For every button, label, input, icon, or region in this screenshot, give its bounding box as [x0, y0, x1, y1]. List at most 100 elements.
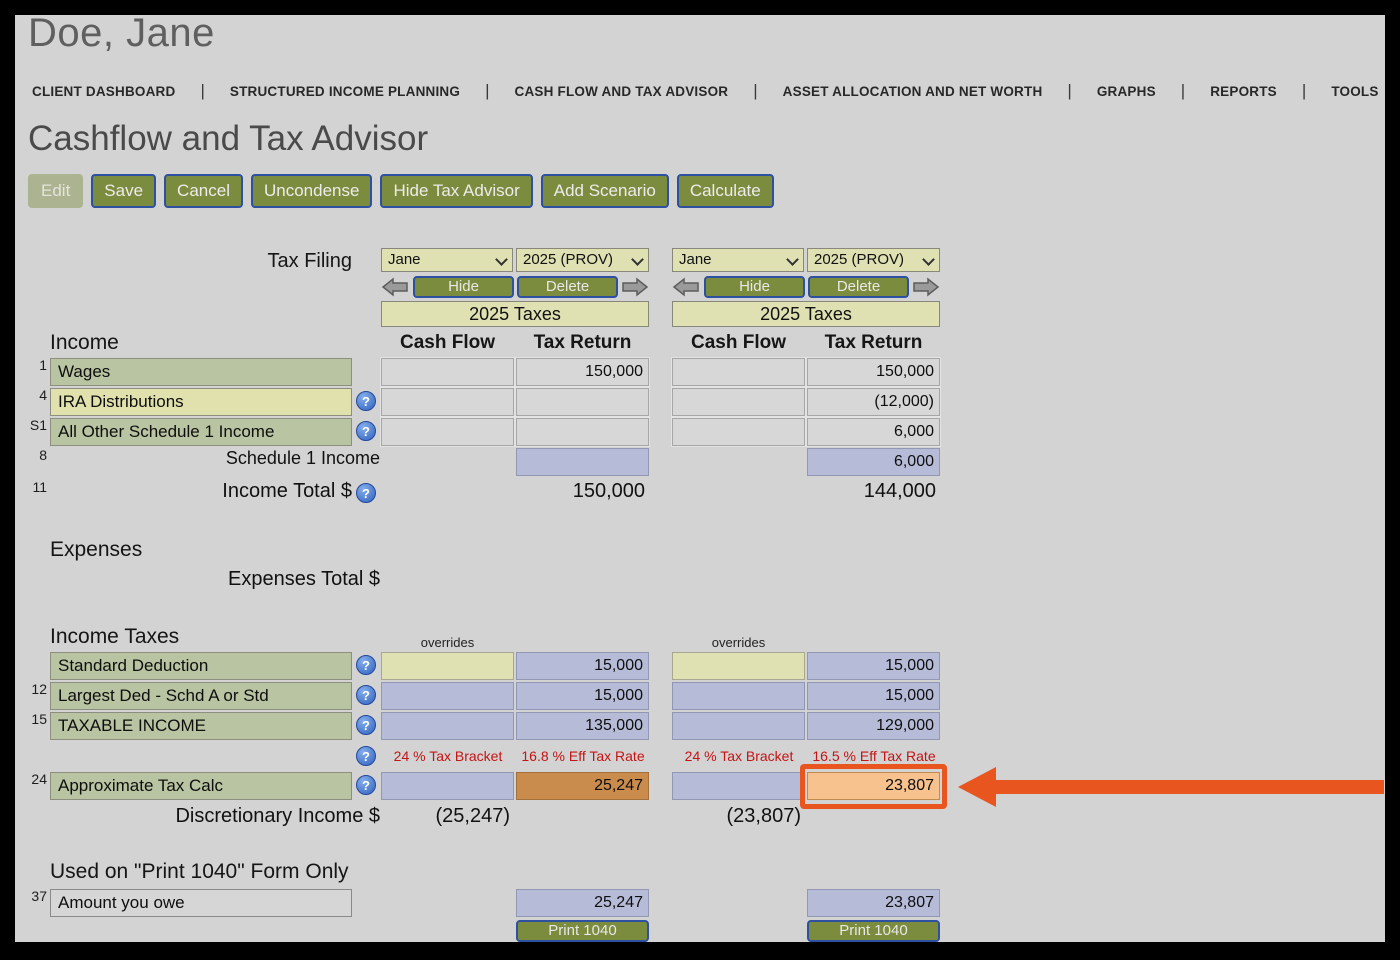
table-row: 12 Largest Ded - Schd A or Std ? 15,000 …: [15, 681, 1385, 710]
help-icon[interactable]: ?: [356, 685, 376, 705]
cash-flow-input[interactable]: [381, 388, 514, 416]
tax-row-label-taxable-income[interactable]: TAXABLE INCOME: [50, 712, 352, 740]
row-number: 4: [39, 387, 47, 403]
income-row-label-ira-distributions[interactable]: IRA Distributions: [50, 388, 352, 416]
tax-return-input[interactable]: 150,000: [516, 358, 649, 386]
delete-scenario-button[interactable]: Delete: [517, 276, 618, 298]
help-icon[interactable]: ?: [356, 655, 376, 675]
prev-scenario-arrow-icon[interactable]: [381, 277, 409, 297]
next-scenario-arrow-icon[interactable]: [912, 277, 940, 297]
tax-return-input[interactable]: (12,000): [807, 388, 940, 416]
hide-scenario-button[interactable]: Hide: [413, 276, 514, 298]
income-total-value: 144,000: [863, 480, 936, 502]
highlight-box: [800, 764, 947, 809]
tax-return-input[interactable]: 6,000: [807, 418, 940, 446]
uncondense-button[interactable]: Uncondense: [250, 174, 373, 208]
nav-separator: |: [200, 81, 205, 100]
cash-flow-computed-cell: [672, 712, 805, 740]
nav-structured-income-planning[interactable]: STRUCTURED INCOME PLANNING: [230, 84, 460, 99]
nav-client-dashboard[interactable]: CLIENT DASHBOARD: [32, 84, 175, 99]
schedule-1-income-computed-cell: 6,000: [807, 448, 940, 476]
year-select-value: 2025 (PROV): [523, 251, 614, 268]
cash-flow-computed-cell: [672, 682, 805, 710]
override-input[interactable]: [381, 652, 514, 680]
hide-tax-advisor-button[interactable]: Hide Tax Advisor: [380, 174, 533, 208]
help-icon[interactable]: ?: [356, 391, 376, 411]
calculate-button[interactable]: Calculate: [676, 174, 774, 208]
row-number: 1: [39, 357, 47, 373]
expenses-section-heading: Expenses: [50, 538, 143, 561]
column-header-cash-flow: Cash Flow: [399, 332, 495, 353]
nav-graphs[interactable]: GRAPHS: [1097, 84, 1156, 99]
print-1040-button[interactable]: Print 1040: [516, 920, 649, 942]
year-select[interactable]: 2025 (PROV): [516, 248, 649, 272]
scenario-1-header: Jane 2025 (PROV) Hide Delete 2025 Taxes …: [381, 248, 649, 360]
cash-flow-input[interactable]: [672, 388, 805, 416]
hide-scenario-button[interactable]: Hide: [704, 276, 805, 298]
override-input[interactable]: [672, 652, 805, 680]
row-number: 24: [31, 771, 47, 787]
scenario-2-header: Jane 2025 (PROV) Hide Delete 2025 Taxes …: [672, 248, 940, 360]
tax-return-computed-cell: 135,000: [516, 712, 649, 740]
cash-flow-computed-cell: [381, 712, 514, 740]
scenario-taxes-header: 2025 Taxes: [381, 301, 649, 327]
print-1040-button[interactable]: Print 1040: [807, 920, 940, 942]
nav-separator: |: [1067, 81, 1072, 100]
nav-asset-allocation-net-worth[interactable]: ASSET ALLOCATION AND NET WORTH: [783, 84, 1043, 99]
tax-return-input[interactable]: 150,000: [807, 358, 940, 386]
nav-reports[interactable]: REPORTS: [1210, 84, 1277, 99]
chevron-down-icon: [495, 253, 508, 266]
help-icon[interactable]: ?: [356, 715, 376, 735]
delete-scenario-button[interactable]: Delete: [808, 276, 909, 298]
discretionary-income-value: (23,807): [726, 805, 802, 827]
tax-bracket-text: 24 % Tax Bracket: [393, 748, 503, 764]
tax-row-label-approximate-tax-calc[interactable]: Approximate Tax Calc: [50, 772, 352, 800]
person-select[interactable]: Jane: [672, 248, 804, 272]
cash-flow-input[interactable]: [672, 358, 805, 386]
nav-cash-flow-and-tax-advisor[interactable]: CASH FLOW AND TAX ADVISOR: [515, 84, 729, 99]
main-nav: CLIENT DASHBOARD | STRUCTURED INCOME PLA…: [32, 81, 1379, 101]
save-button[interactable]: Save: [91, 174, 157, 208]
table-row: 8 Schedule 1 Income 6,000: [15, 447, 1385, 476]
help-icon[interactable]: ?: [356, 421, 376, 441]
table-row: 4 IRA Distributions ? (12,000): [15, 387, 1385, 416]
table-row: 37 Amount you owe 25,247 23,807: [15, 888, 1385, 917]
column-header-tax-return: Tax Return: [533, 332, 632, 353]
row-label-amount-you-owe[interactable]: Amount you owe: [50, 889, 352, 917]
income-row-label-all-other-schedule-1[interactable]: All Other Schedule 1 Income: [50, 418, 352, 446]
help-icon[interactable]: ?: [356, 483, 376, 503]
help-icon[interactable]: ?: [356, 775, 376, 795]
discretionary-income-value: (25,247): [435, 805, 511, 827]
cancel-button[interactable]: Cancel: [164, 174, 243, 208]
client-name: Doe, Jane: [28, 15, 215, 55]
income-row-label-wages[interactable]: Wages: [50, 358, 352, 386]
edit-button[interactable]: Edit: [28, 174, 84, 208]
tax-return-computed-cell: 15,000: [807, 652, 940, 680]
next-scenario-arrow-icon[interactable]: [621, 277, 649, 297]
cash-flow-input[interactable]: [672, 418, 805, 446]
tax-row-label-largest-deduction[interactable]: Largest Ded - Schd A or Std: [50, 682, 352, 710]
help-icon[interactable]: ?: [356, 746, 376, 766]
tax-return-computed-cell: 15,000: [516, 652, 649, 680]
cash-flow-input[interactable]: [381, 358, 514, 386]
cash-flow-input[interactable]: [381, 418, 514, 446]
tax-return-computed-cell: 15,000: [516, 682, 649, 710]
overrides-label: overrides: [420, 635, 475, 650]
nav-separator: |: [1301, 81, 1307, 100]
prev-scenario-arrow-icon[interactable]: [672, 277, 700, 297]
scenario-taxes-header: 2025 Taxes: [672, 301, 940, 327]
add-scenario-button[interactable]: Add Scenario: [540, 174, 669, 208]
person-select[interactable]: Jane: [381, 248, 513, 272]
chevron-down-icon: [922, 253, 935, 266]
tax-row-label-standard-deduction[interactable]: Standard Deduction: [50, 652, 352, 680]
person-select-value: Jane: [388, 251, 421, 268]
eff-tax-rate-text: 16.8 % Eff Tax Rate: [521, 748, 645, 764]
nav-tools[interactable]: TOOLS: [1331, 84, 1378, 99]
year-select[interactable]: 2025 (PROV): [807, 248, 940, 272]
expenses-total-label: Expenses Total $: [228, 568, 380, 590]
tax-bracket-row: ? 24 % Tax Bracket 16.8 % Eff Tax Rate 2…: [15, 746, 1385, 766]
cash-flow-computed-cell: [672, 772, 805, 800]
tax-return-input[interactable]: [516, 388, 649, 416]
table-row: Expenses Total $: [15, 568, 1385, 596]
tax-return-input[interactable]: [516, 418, 649, 446]
